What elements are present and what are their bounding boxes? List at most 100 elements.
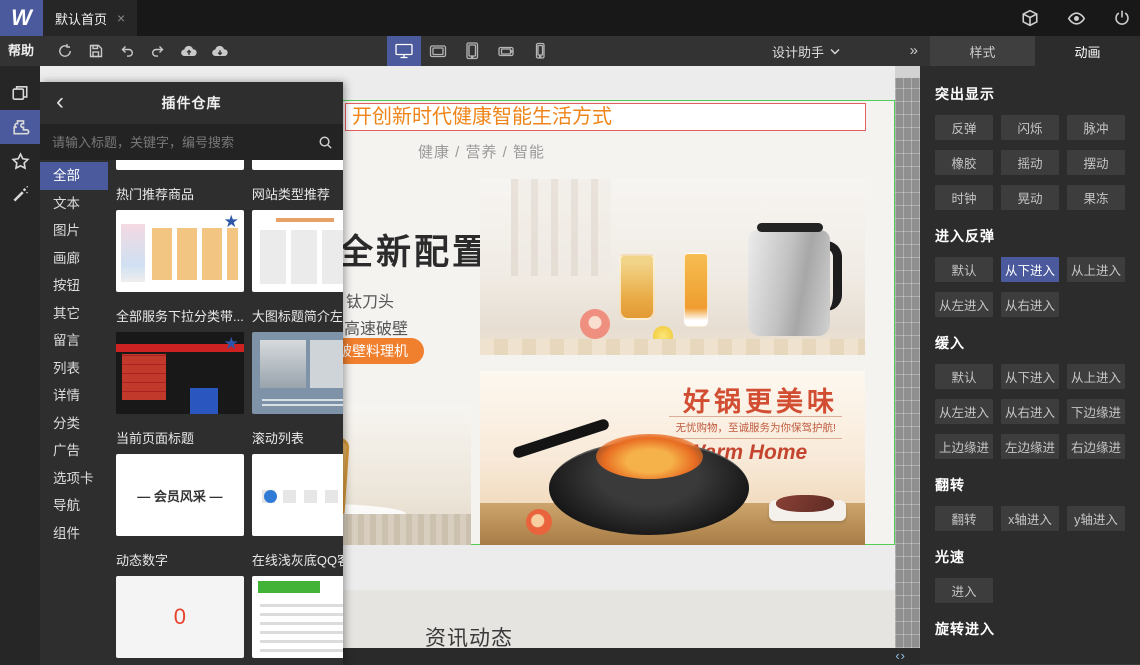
save-icon[interactable] [86, 41, 106, 61]
phone-portrait-icon[interactable] [523, 36, 557, 66]
kettle-product-image[interactable] [480, 179, 865, 355]
plugin-category-item[interactable]: 文本 [40, 190, 108, 218]
plugin-item-label: 当前页面标题 [116, 431, 195, 446]
animation-effect-button[interactable]: 脉冲 [1067, 115, 1125, 140]
plugin-category-item[interactable]: 按钮 [40, 272, 108, 300]
topbar-actions [1020, 0, 1132, 36]
plugin-category-item[interactable]: 广告 [40, 437, 108, 465]
magic-wand-icon[interactable] [0, 178, 40, 212]
thumbnail-text: — 会员风采 — [137, 488, 223, 504]
help-button[interactable]: 帮助 [8, 36, 34, 66]
plugin-category-item[interactable]: 选项卡 [40, 465, 108, 493]
plugin-item-thumbnail[interactable]: — 会员风采 — [116, 454, 244, 536]
design-assistant-dropdown[interactable]: 设计助手 [772, 36, 840, 66]
tab-animation[interactable]: 动画 [1035, 36, 1140, 66]
grapefruit-shape [580, 309, 611, 340]
plugin-category-item[interactable]: 列表 [40, 355, 108, 383]
animation-effect-button[interactable]: 翻转 [935, 506, 993, 531]
power-icon[interactable] [1112, 8, 1132, 28]
plugin-item-thumbnail[interactable]: 0 [116, 576, 244, 658]
app-logo-letter: W [11, 5, 32, 30]
animation-effect-button[interactable]: 闪烁 [1001, 115, 1059, 140]
eye-icon[interactable] [1066, 8, 1086, 28]
animation-section: 翻转 翻转 x轴进入 y轴进入 [935, 475, 1125, 531]
animation-effect-button[interactable]: 摆动 [1067, 150, 1125, 175]
pages-icon[interactable] [0, 76, 40, 110]
juice-pitcher-shape [618, 253, 655, 320]
plugin-item: 大图标题简介左右切... [251, 292, 343, 414]
plugin-category-item[interactable]: 全部 [40, 162, 108, 190]
canvas-minimap-scrollbar[interactable] [895, 66, 920, 648]
animation-effect-button[interactable]: 上边缘进 [935, 434, 993, 459]
animation-effect-button[interactable]: 反弹 [935, 115, 993, 140]
animation-section: 光速 进入 [935, 547, 1125, 603]
animation-effect-button[interactable]: 晃动 [1001, 185, 1059, 210]
topbar: W 默认首页 × [0, 0, 1140, 36]
animation-effect-button[interactable]: y轴进入 [1067, 506, 1125, 531]
plugin-category-item[interactable]: 组件 [40, 520, 108, 548]
code-view-icon[interactable]: ‹› [895, 648, 906, 663]
refresh-icon[interactable] [55, 41, 75, 61]
animation-effect-button[interactable]: 从右进入 [1001, 399, 1059, 424]
hero-title-element[interactable]: 开创新时代健康智能生活方式 [345, 103, 866, 131]
plugin-search-input[interactable] [50, 133, 312, 151]
animation-effect-button[interactable]: 从下进入 [1001, 257, 1059, 282]
undo-icon[interactable] [117, 41, 137, 61]
animation-effect-button[interactable]: 从上进入 [1067, 364, 1125, 389]
cube-icon[interactable] [1020, 8, 1040, 28]
search-icon[interactable] [318, 135, 333, 150]
animation-effect-button[interactable]: 默认 [935, 257, 993, 282]
star-badge-icon[interactable]: ★ [224, 334, 239, 354]
plugin-category-item[interactable]: 导航 [40, 492, 108, 520]
plugin-category-item[interactable]: 图片 [40, 217, 108, 245]
plugin-category-item[interactable]: 画廊 [40, 245, 108, 273]
wok-banner-image[interactable]: 好锅更美味 无忧购物，至诚服务为你保驾护航! Warm Home [480, 371, 865, 545]
plugin-category-item[interactable]: 其它 [40, 300, 108, 328]
plugin-item-thumbnail[interactable]: ★ [116, 332, 244, 414]
animation-effect-button[interactable]: 默认 [935, 364, 993, 389]
animation-effect-button[interactable]: 橡胶 [935, 150, 993, 175]
tablet-portrait-icon[interactable] [455, 36, 489, 66]
redo-icon[interactable] [148, 41, 168, 61]
star-icon[interactable] [0, 144, 40, 178]
animation-effect-button[interactable]: 左边缘进 [1001, 434, 1059, 459]
tab-style[interactable]: 样式 [930, 36, 1035, 66]
animation-effect-button[interactable]: 时钟 [935, 185, 993, 210]
animation-section-title: 翻转 [935, 477, 965, 493]
plugin-item-thumbnail[interactable] [251, 576, 343, 658]
plugin-item-thumbnail[interactable] [251, 332, 343, 414]
plugin-category-item[interactable]: 详情 [40, 382, 108, 410]
plugin-panel-title: 插件仓库 [161, 95, 222, 111]
animation-effect-button[interactable]: 从右进入 [1001, 292, 1059, 317]
back-icon[interactable]: ‹ [56, 86, 64, 118]
monitor-icon[interactable] [387, 36, 421, 66]
animation-effect-button[interactable]: 摇动 [1001, 150, 1059, 175]
partial-thumb[interactable] [116, 160, 244, 170]
tab-close-icon[interactable]: × [117, 10, 125, 26]
animation-effect-button[interactable]: 从下进入 [1001, 364, 1059, 389]
animation-effect-button[interactable]: x轴进入 [1001, 506, 1059, 531]
plugin-item-thumbnail[interactable]: ★ [251, 210, 343, 292]
animation-effect-button[interactable]: 从上进入 [1067, 257, 1125, 282]
animation-effect-button[interactable]: 从左进入 [935, 292, 993, 317]
animation-effect-button[interactable]: 进入 [935, 578, 993, 603]
star-badge-icon[interactable]: ★ [224, 212, 239, 232]
expand-icon[interactable]: » [910, 36, 918, 66]
animation-effect-button[interactable]: 从左进入 [935, 399, 993, 424]
cloud-upload-icon[interactable] [179, 41, 199, 61]
page-tab[interactable]: 默认首页 × [43, 0, 138, 36]
animation-effect-button[interactable]: 下边缘进 [1067, 399, 1125, 424]
cloud-download-icon[interactable] [210, 41, 230, 61]
plugin-category-item[interactable]: 留言 [40, 327, 108, 355]
animation-effect-button[interactable]: 右边缘进 [1067, 434, 1125, 459]
animation-section-title: 光速 [935, 549, 965, 565]
plugin-category-item[interactable]: 分类 [40, 410, 108, 438]
plugin-item-thumbnail[interactable]: ★ [251, 454, 343, 536]
puzzle-icon[interactable] [0, 110, 40, 144]
tablet-landscape-icon[interactable] [421, 36, 455, 66]
plugin-item-thumbnail[interactable]: ★ [116, 210, 244, 292]
animation-effect-button[interactable]: 果冻 [1067, 185, 1125, 210]
app-logo[interactable]: W [0, 0, 43, 36]
partial-thumb[interactable] [251, 160, 343, 170]
phone-landscape-icon[interactable] [489, 36, 523, 66]
